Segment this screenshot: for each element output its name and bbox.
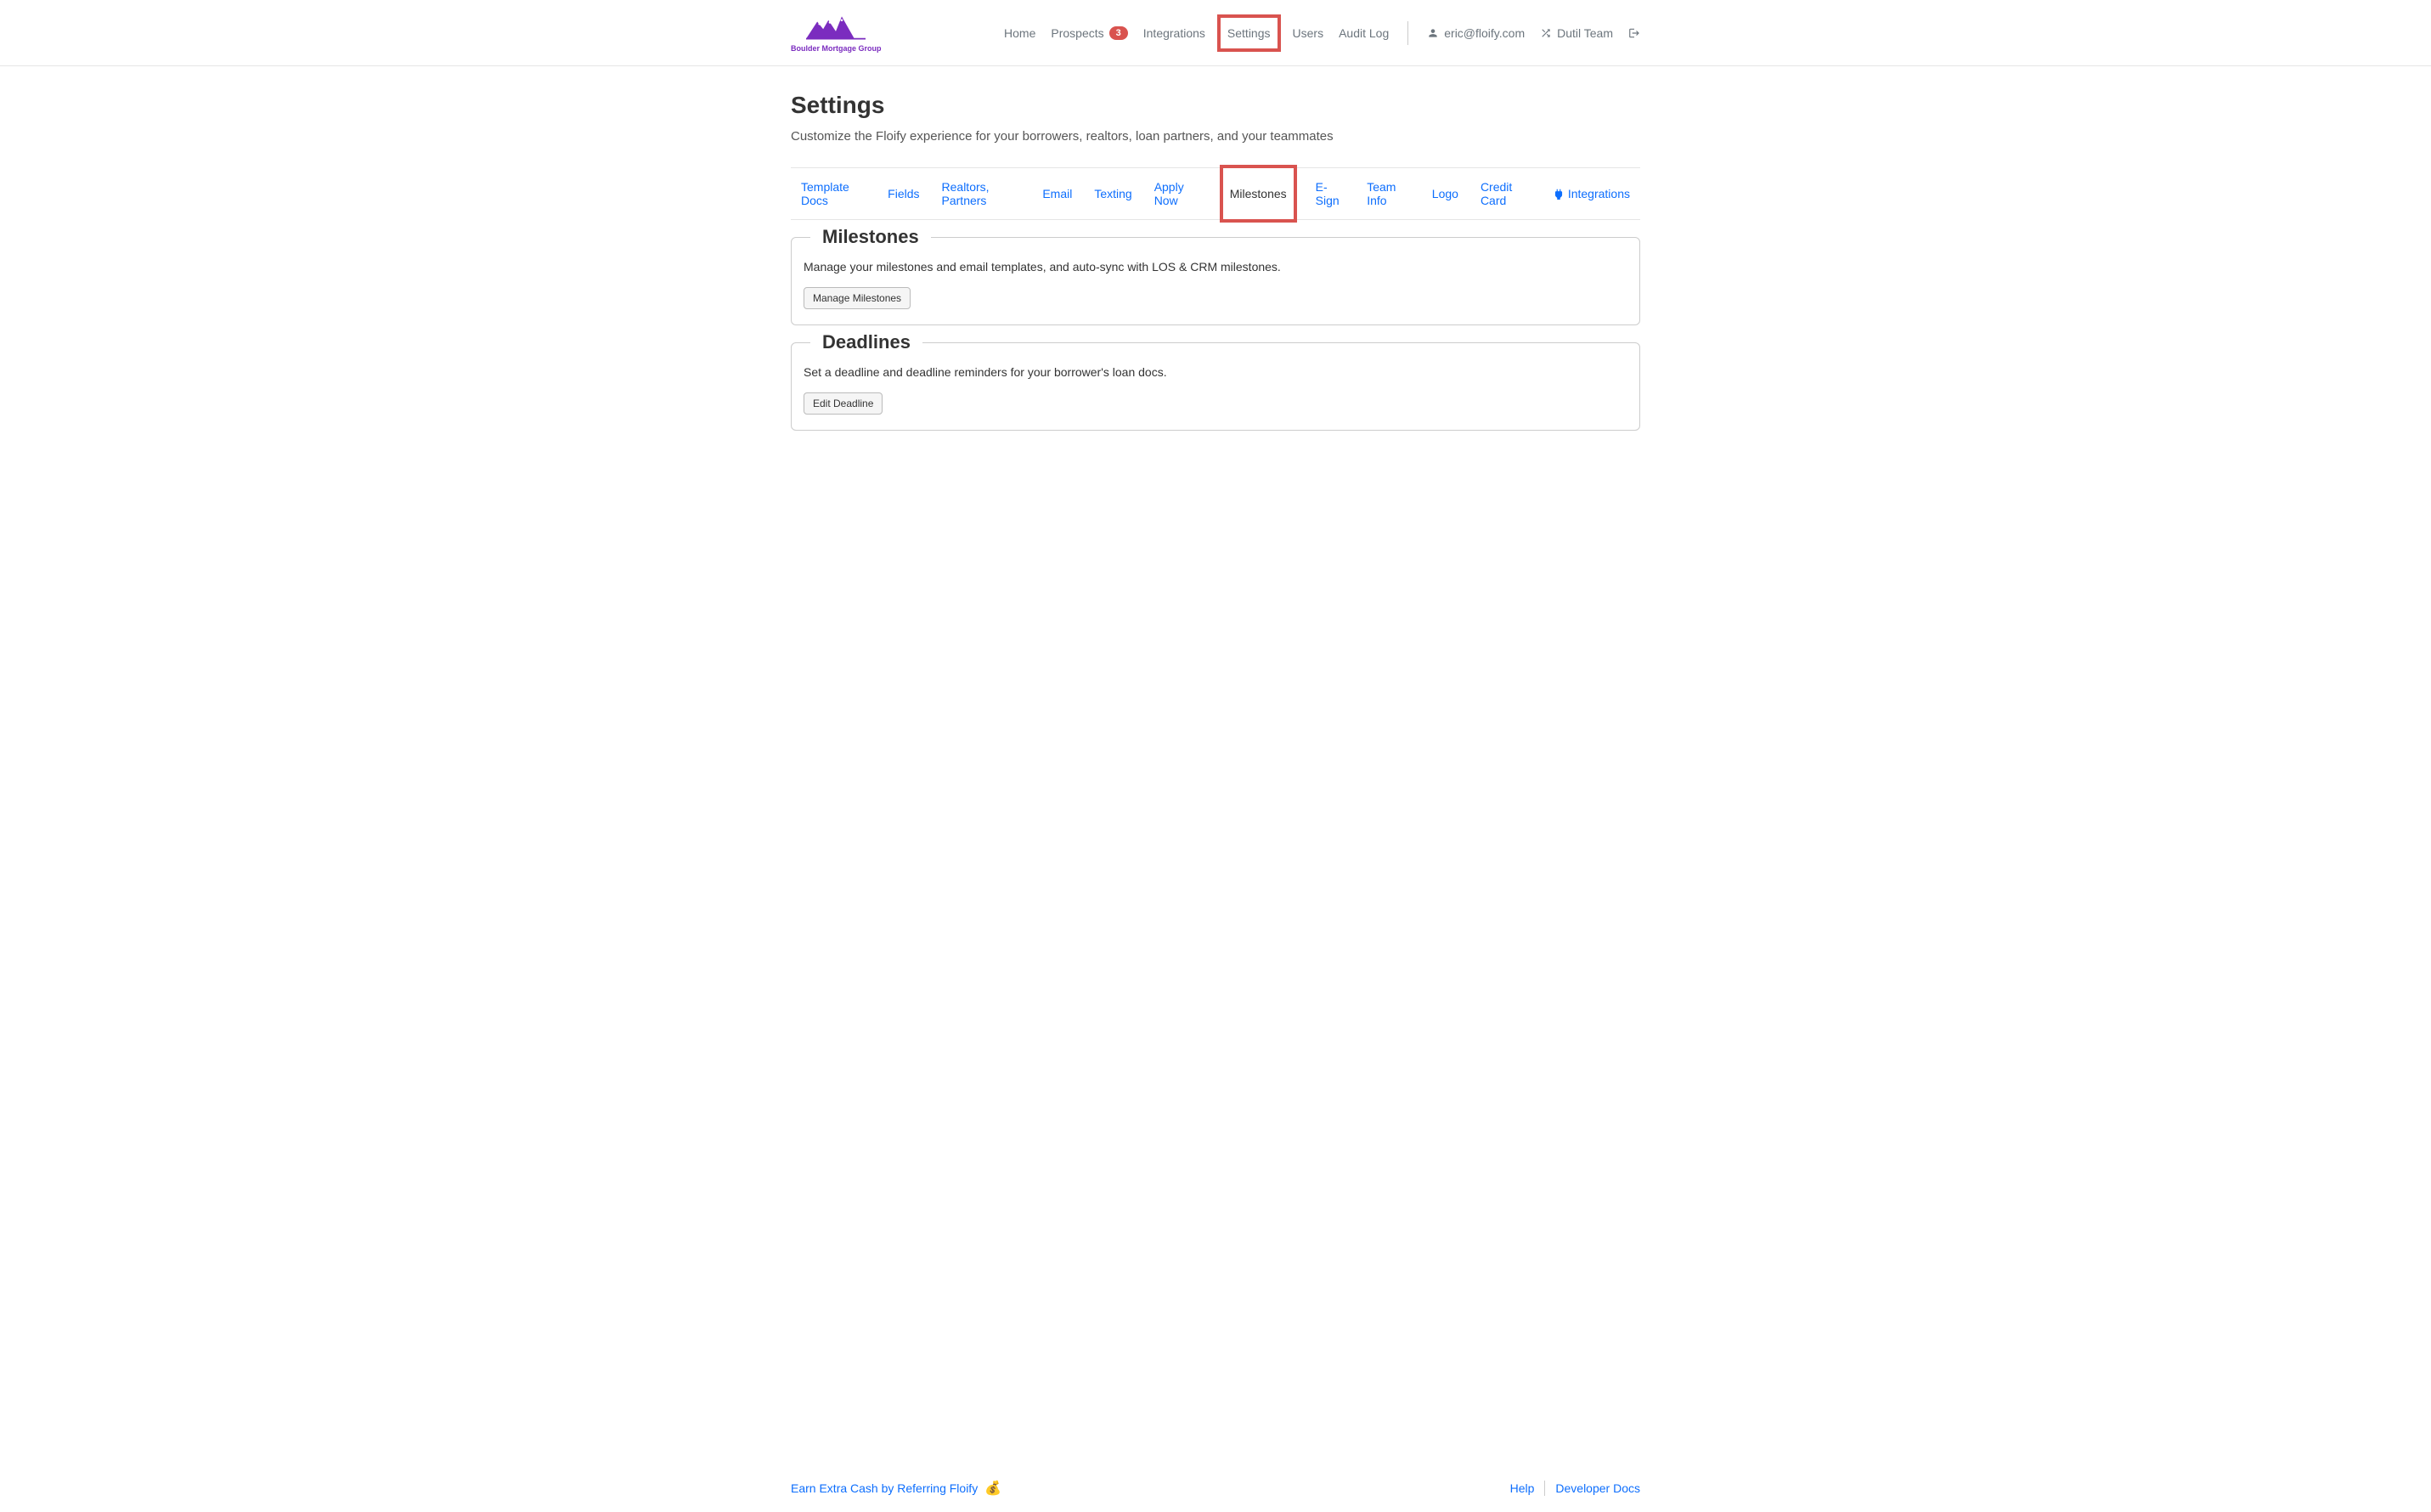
tab-integrations-label: Integrations [1568, 187, 1630, 200]
milestones-fieldset: Milestones Manage your milestones and em… [791, 237, 1640, 325]
header-inner: Boulder Mortgage Group Home Prospects 3 … [791, 0, 1640, 65]
deadlines-legend: Deadlines [810, 331, 922, 353]
prospects-badge: 3 [1109, 26, 1128, 40]
nav-audit-log[interactable]: Audit Log [1339, 26, 1389, 40]
nav-team[interactable]: Dutil Team [1540, 26, 1613, 40]
logout-icon [1628, 27, 1640, 39]
manage-milestones-button[interactable]: Manage Milestones [804, 287, 911, 309]
tab-email[interactable]: Email [1042, 168, 1072, 219]
nav-users[interactable]: Users [1293, 26, 1324, 40]
tab-template-docs[interactable]: Template Docs [801, 168, 866, 219]
tab-milestones[interactable]: Milestones [1220, 165, 1297, 223]
logo-mountain-icon [798, 13, 874, 42]
deadlines-fieldset: Deadlines Set a deadline and deadline re… [791, 342, 1640, 431]
page-title: Settings [791, 92, 1640, 119]
footer-developer-docs-link[interactable]: Developer Docs [1555, 1481, 1640, 1495]
tab-fields[interactable]: Fields [888, 168, 919, 219]
tab-integrations[interactable]: Integrations [1553, 168, 1630, 219]
edit-deadline-button[interactable]: Edit Deadline [804, 392, 883, 415]
tab-esign[interactable]: E-Sign [1316, 168, 1345, 219]
nav-prospects[interactable]: Prospects 3 [1051, 26, 1127, 40]
tab-texting[interactable]: Texting [1094, 168, 1131, 219]
shuffle-icon [1540, 27, 1552, 39]
user-icon [1427, 27, 1439, 39]
logo-text: Boulder Mortgage Group [791, 44, 882, 53]
content: Settings Customize the Floify experience… [791, 66, 1640, 1464]
nav-logout[interactable] [1628, 27, 1640, 39]
deadlines-desc: Set a deadline and deadline reminders fo… [804, 365, 1627, 379]
nav-divider [1407, 21, 1408, 45]
team-label: Dutil Team [1557, 26, 1613, 40]
tab-realtors-partners[interactable]: Realtors, Partners [942, 168, 1021, 219]
footer-right: Help Developer Docs [1510, 1481, 1640, 1496]
header: Boulder Mortgage Group Home Prospects 3 … [0, 0, 2431, 66]
tab-team-info[interactable]: Team Info [1367, 168, 1410, 219]
footer: Earn Extra Cash by Referring Floify 💰 He… [791, 1464, 1640, 1512]
plug-icon [1553, 188, 1565, 200]
logo[interactable]: Boulder Mortgage Group [791, 13, 882, 53]
footer-help-link[interactable]: Help [1510, 1481, 1535, 1495]
milestones-desc: Manage your milestones and email templat… [804, 260, 1627, 274]
nav-user-email[interactable]: eric@floify.com [1427, 26, 1525, 40]
footer-divider [1544, 1481, 1545, 1496]
tab-apply-now[interactable]: Apply Now [1154, 168, 1201, 219]
money-bag-icon: 💰 [984, 1480, 1001, 1497]
tab-credit-card[interactable]: Credit Card [1481, 168, 1531, 219]
tabs-row: Template Docs Fields Realtors, Partners … [791, 167, 1640, 220]
nav-prospects-label: Prospects [1051, 26, 1103, 40]
milestones-legend: Milestones [810, 226, 931, 248]
nav-settings[interactable]: Settings [1217, 14, 1281, 52]
nav-home[interactable]: Home [1004, 26, 1035, 40]
nav-main: Home Prospects 3 Integrations Settings U… [1004, 21, 1640, 45]
nav-integrations[interactable]: Integrations [1143, 26, 1205, 40]
tab-logo[interactable]: Logo [1432, 168, 1458, 219]
page-subtitle: Customize the Floify experience for your… [791, 129, 1640, 144]
user-email-label: eric@floify.com [1444, 26, 1525, 40]
footer-left: Earn Extra Cash by Referring Floify 💰 [791, 1480, 1001, 1497]
footer-referral-link[interactable]: Earn Extra Cash by Referring Floify [791, 1481, 978, 1495]
